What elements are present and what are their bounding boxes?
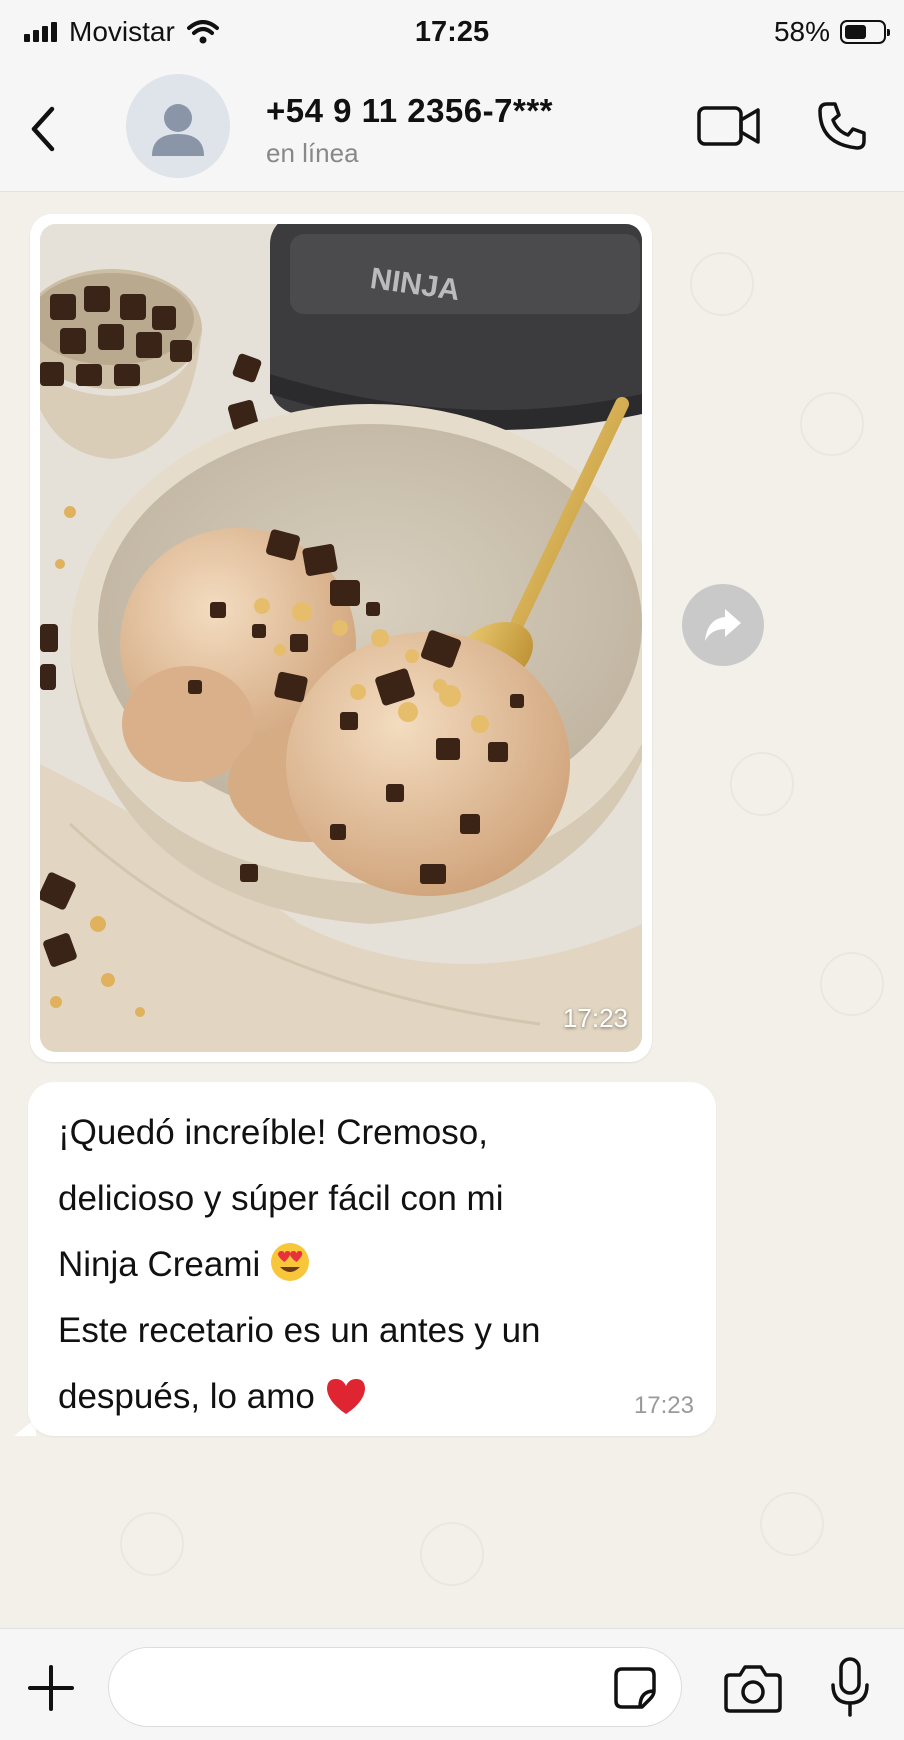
clock: 17:25 — [414, 16, 490, 48]
status-right: 58% — [773, 16, 890, 48]
wallpaper-doodle — [420, 1522, 484, 1586]
voice-call-button[interactable] — [812, 96, 872, 156]
battery-icon — [840, 20, 890, 44]
camera-icon[interactable] — [724, 1663, 782, 1713]
video-call-button[interactable] — [694, 98, 764, 154]
forward-arrow-icon — [705, 609, 741, 641]
input-bar — [0, 1628, 904, 1740]
battery-percentage: 58% — [773, 16, 830, 47]
message-line: Este recetario es un antes y un — [58, 1311, 541, 1350]
wallpaper-doodle — [120, 1512, 184, 1576]
chat-header: +54 9 11 2356-7*** en línea — [0, 66, 904, 192]
avatar[interactable] — [126, 74, 230, 178]
contact-status: en línea — [266, 138, 359, 168]
phone-icon — [818, 102, 866, 150]
person-icon — [152, 104, 204, 156]
message-line: ¡Quedó increíble! Cremoso, — [58, 1113, 488, 1152]
video-camera-icon — [697, 106, 760, 146]
chevron-left-icon — [31, 106, 55, 152]
wallpaper-doodle — [730, 752, 794, 816]
message-line: Ninja Creami — [58, 1245, 270, 1284]
image-message-bubble[interactable]: NINJA 17:23 — [30, 214, 652, 1062]
text-message-bubble[interactable]: ¡Quedó increíble! Cremoso, delicioso y s… — [28, 1082, 716, 1436]
wallpaper-doodle — [800, 392, 864, 456]
back-button[interactable] — [18, 96, 68, 162]
contact-name[interactable]: +54 9 11 2356-7*** — [266, 92, 553, 130]
sticker-icon[interactable] — [612, 1665, 658, 1711]
microphone-icon[interactable] — [828, 1657, 872, 1717]
message-input[interactable] — [108, 1647, 682, 1727]
message-text: ¡Quedó increíble! Cremoso, delicioso y s… — [58, 1100, 678, 1430]
ice-cream-photo[interactable]: NINJA 17:23 — [40, 224, 642, 1052]
chat-area[interactable]: NINJA 17:23 ¡Quedó increíble! Cremoso, d… — [0, 192, 904, 1628]
forward-button[interactable] — [682, 584, 764, 666]
wallpaper-doodle — [820, 952, 884, 1016]
image-message-time: 17:23 — [562, 1003, 628, 1033]
plus-icon[interactable] — [26, 1663, 76, 1713]
red-heart-emoji-icon — [326, 1379, 365, 1414]
status-bar: Movistar 17:25 58% — [0, 0, 904, 66]
wallpaper-doodle — [690, 252, 754, 316]
wallpaper-doodle — [760, 1492, 824, 1556]
message-line: después, lo amo — [58, 1377, 325, 1416]
text-message-time: 17:23 — [633, 1392, 694, 1419]
message-line: delicioso y súper fácil con mi — [58, 1179, 504, 1218]
heart-eyes-emoji-icon — [271, 1243, 309, 1281]
